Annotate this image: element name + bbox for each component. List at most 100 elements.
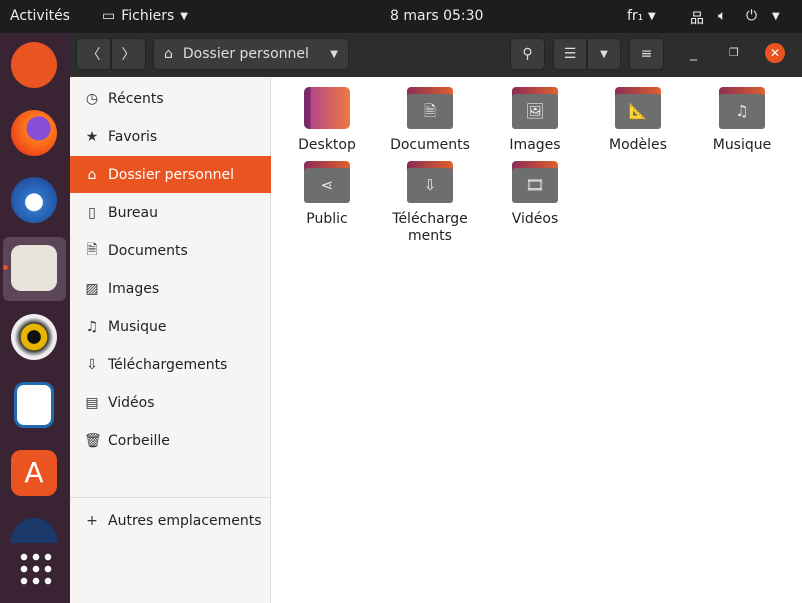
sidebar-item-favorites[interactable]: ★ Favoris — [70, 118, 271, 155]
home-icon: ⌂ — [87, 166, 97, 183]
file-item-templates[interactable]: 📐 Modèles — [588, 87, 688, 154]
files-icon[interactable] — [11, 245, 57, 291]
view-options-button[interactable]: ▼ — [587, 38, 621, 70]
back-button[interactable]: 〈 — [76, 38, 111, 70]
sidebar-item-music[interactable]: ♫ Musique — [70, 308, 271, 345]
file-item-documents[interactable]: 🗎 Documents — [380, 87, 480, 154]
home-icon: ⌂ — [164, 46, 173, 62]
sidebar-item-label: Corbeille — [108, 432, 170, 449]
disk-icon[interactable] — [11, 518, 57, 543]
app-menu[interactable]: ▭ Fichiers ▼ — [102, 8, 188, 24]
chevron-down-icon: ▼ — [600, 48, 608, 60]
chevron-down-icon: ▼ — [772, 11, 780, 22]
film-icon: ▤ — [85, 394, 99, 411]
files-window: 〈 〉 ⌂ Dossier personnel ▼ ⚲ ☰ ▼ ≡ _ ❐ ✕ ◷ R… — [70, 33, 802, 603]
sidebar-item-label: Vidéos — [108, 394, 155, 411]
file-label: Vidéos — [511, 211, 559, 227]
firefox-icon[interactable] — [11, 110, 57, 156]
folder-images-icon: 🖼 — [512, 87, 558, 129]
file-item-music[interactable]: ♫ Musique — [692, 87, 792, 154]
running-indicator — [3, 265, 8, 270]
clock-icon: ◷ — [85, 90, 99, 107]
app-name: Fichiers — [121, 8, 175, 24]
file-item-videos[interactable]: 🎞 Vidéos — [485, 161, 585, 228]
sidebar-item-label: Musique — [108, 318, 167, 335]
file-label: Public — [306, 211, 348, 227]
sidebar-item-images[interactable]: ▨ Images — [70, 270, 271, 307]
header-bar: 〈 〉 ⌂ Dossier personnel ▼ ⚲ ☰ ▼ ≡ _ ❐ ✕ — [70, 33, 802, 77]
location-label: Dossier personnel — [182, 46, 309, 62]
close-button[interactable]: ✕ — [765, 43, 785, 63]
sidebar-item-downloads[interactable]: ⇩ Téléchargements — [70, 346, 271, 383]
chevron-down-icon: ▼ — [180, 11, 188, 22]
list-icon: ☰ — [563, 46, 577, 62]
sidebar-item-label: Téléchargements — [108, 356, 228, 373]
volume-icon[interactable]: 🔈︎ — [718, 8, 726, 24]
sidebar-item-label: Autres emplacements — [108, 512, 262, 529]
sidebar-item-home[interactable]: ⌂ Dossier personnel — [70, 156, 271, 193]
sidebar: ◷ Récents ★ Favoris ⌂ Dossier personnel ▯ Bu… — [70, 77, 271, 603]
file-label: Documents — [390, 137, 470, 153]
download-icon: ⇩ — [86, 356, 98, 373]
file-item-downloads[interactable]: ⇩ Télécharge ments — [380, 161, 480, 245]
sidebar-item-videos[interactable]: ▤ Vidéos — [70, 384, 271, 421]
desktop-icon: ▯ — [88, 204, 96, 221]
thunderbird-icon[interactable] — [11, 177, 57, 223]
folder-downloads-icon: ⇩ — [407, 161, 453, 203]
file-item-images[interactable]: 🖼 Images — [485, 87, 585, 154]
app-grid-icon[interactable] — [18, 551, 52, 585]
keyboard-layout[interactable]: fr₁ — [627, 8, 643, 24]
folder-icon — [304, 87, 350, 129]
file-view: Desktop 🗎 Documents 🖼 Images 📐 Modèles ♫ Mus… — [272, 77, 802, 603]
clock[interactable]: 8 mars 05:30 — [390, 8, 483, 24]
sidebar-item-label: Images — [108, 280, 160, 297]
document-icon: 🗎 — [86, 241, 98, 258]
top-bar: Activités ▭ Fichiers ▼ 8 mars 05:30 fr₁ ▼ … — [0, 0, 802, 33]
file-item-public[interactable]: ⋖ Public — [277, 161, 377, 228]
software-icon[interactable]: A — [11, 450, 57, 496]
network-icon[interactable]: 品 — [690, 8, 704, 28]
sidebar-item-label: Documents — [108, 242, 188, 259]
search-button[interactable]: ⚲ — [510, 38, 545, 70]
maximize-button[interactable]: ❐ — [729, 46, 739, 59]
sidebar-item-other-locations[interactable]: + Autres emplacements — [70, 502, 271, 539]
ubuntu-icon[interactable] — [11, 42, 57, 88]
file-label: Modèles — [609, 137, 667, 153]
sidebar-item-trash[interactable]: 🗑 Corbeille — [70, 422, 271, 459]
minimize-button[interactable]: _ — [690, 45, 697, 61]
file-label: Musique — [712, 137, 772, 153]
sidebar-item-label: Récents — [108, 90, 164, 107]
dock: A — [0, 33, 70, 603]
sidebar-item-documents[interactable]: 🗎 Documents — [70, 232, 271, 269]
forward-button[interactable]: 〉 — [111, 38, 146, 70]
folder-icon: ▭ — [102, 8, 116, 24]
writer-icon[interactable] — [14, 382, 54, 428]
sidebar-item-label: Bureau — [108, 204, 158, 221]
chevron-down-icon: ▼ — [648, 11, 656, 22]
rhythmbox-icon[interactable] — [11, 314, 57, 360]
sidebar-item-desktop[interactable]: ▯ Bureau — [70, 194, 271, 231]
trash-icon: 🗑 — [84, 432, 102, 449]
list-view-button[interactable]: ☰ — [553, 38, 587, 70]
power-icon[interactable]: ⏻ — [746, 8, 757, 24]
star-icon: ★ — [85, 128, 99, 145]
file-label: Télécharge ments — [392, 211, 468, 244]
sidebar-item-recents[interactable]: ◷ Récents — [70, 80, 271, 117]
folder-templates-icon: 📐 — [615, 87, 661, 129]
plus-icon: + — [86, 512, 98, 529]
file-label: Images — [509, 137, 561, 153]
search-icon: ⚲ — [522, 46, 533, 62]
divider — [70, 497, 271, 498]
folder-videos-icon: 🎞 — [512, 161, 558, 203]
location-bar[interactable]: ⌂ Dossier personnel ▼ — [153, 38, 349, 70]
menu-button[interactable]: ≡ — [629, 38, 664, 70]
image-icon: ▨ — [85, 280, 99, 297]
chevron-down-icon: ▼ — [330, 48, 338, 60]
file-item-desktop[interactable]: Desktop — [277, 87, 377, 154]
folder-music-icon: ♫ — [719, 87, 765, 129]
hamburger-icon: ≡ — [640, 46, 653, 62]
activities-button[interactable]: Activités — [10, 8, 70, 24]
sidebar-item-label: Dossier personnel — [108, 166, 235, 183]
music-icon: ♫ — [85, 318, 99, 335]
file-label: Desktop — [298, 137, 356, 153]
